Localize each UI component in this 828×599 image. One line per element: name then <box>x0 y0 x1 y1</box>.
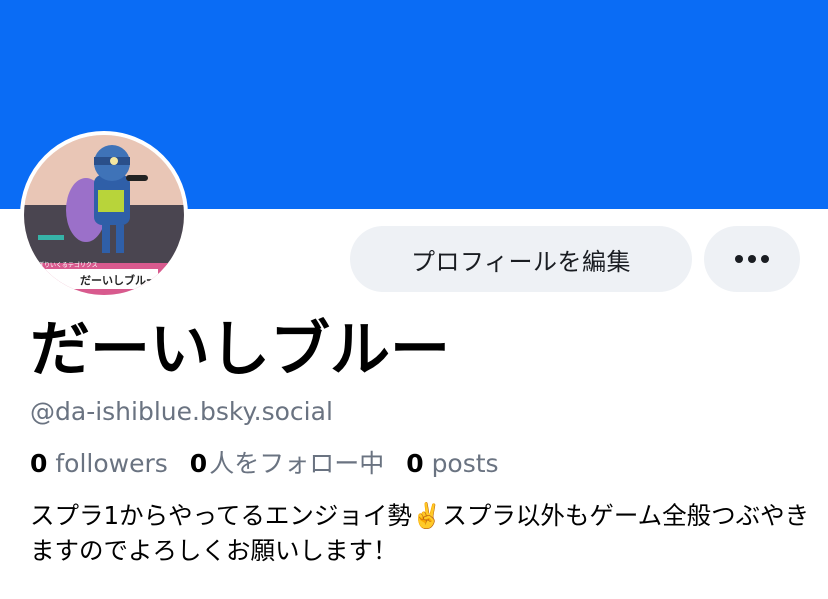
followers-label: followers <box>55 449 168 478</box>
following-stat[interactable]: 0人をフォロー中 <box>190 446 384 482</box>
more-horizontal-icon-dot <box>761 255 769 263</box>
more-horizontal-icon-dot <box>748 255 756 263</box>
followers-count: 0 <box>30 449 48 478</box>
edit-profile-button[interactable]: プロフィールを編集 <box>350 226 692 292</box>
following-count: 0 <box>189 449 208 478</box>
display-name: だーいしブルー <box>30 315 450 385</box>
avatar-sign-caption: ぎりいくるテゴリクス <box>38 261 98 269</box>
avatar-image: ぎりいくるテゴリクス だーいしブルー <box>24 135 184 295</box>
more-horizontal-icon <box>735 255 743 263</box>
avatar[interactable]: ぎりいくるテゴリクス だーいしブルー <box>20 131 188 299</box>
more-options-button[interactable] <box>704 226 800 292</box>
profile-handle[interactable]: @da-ishiblue.bsky.social <box>30 394 333 430</box>
profile-stats: 0 followers 0人をフォロー中 0 posts <box>30 446 499 482</box>
posts-label: posts <box>431 449 499 478</box>
posts-count: 0 <box>406 449 424 478</box>
edit-profile-label: プロフィールを編集 <box>410 247 632 276</box>
profile-bio: スプラ1からやってるエンジョイ勢✌️スプラ以外もゲーム全般つぶやきますのでよろし… <box>30 501 810 565</box>
following-label: 人をフォロー中 <box>209 449 385 478</box>
followers-stat[interactable]: 0 followers <box>30 446 168 482</box>
avatar-sign-text: だーいしブルー <box>80 273 157 287</box>
posts-stat: 0 posts <box>406 446 498 482</box>
